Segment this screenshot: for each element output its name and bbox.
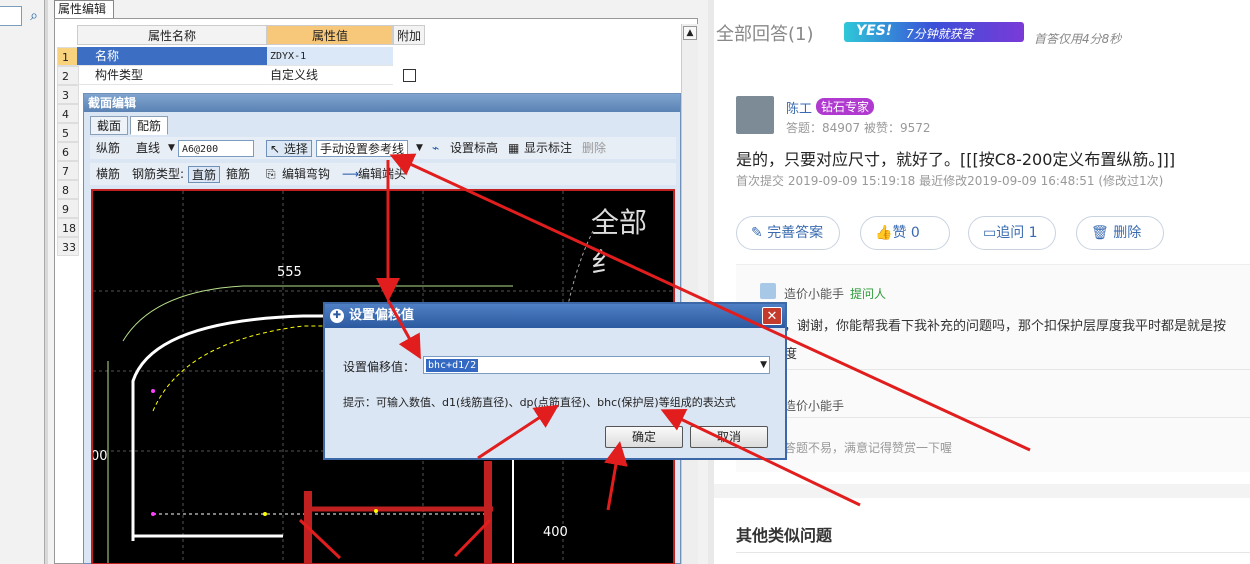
annotation-layer <box>298 153 1031 560</box>
annotation-arrow <box>660 408 861 507</box>
annotation-arrow <box>453 518 492 558</box>
annotation-arrow <box>389 153 1031 452</box>
annotation-arrow <box>298 518 342 560</box>
annotation-arrow <box>604 441 628 511</box>
annotation-arrow <box>386 299 421 360</box>
annotation-arrow <box>477 404 560 460</box>
